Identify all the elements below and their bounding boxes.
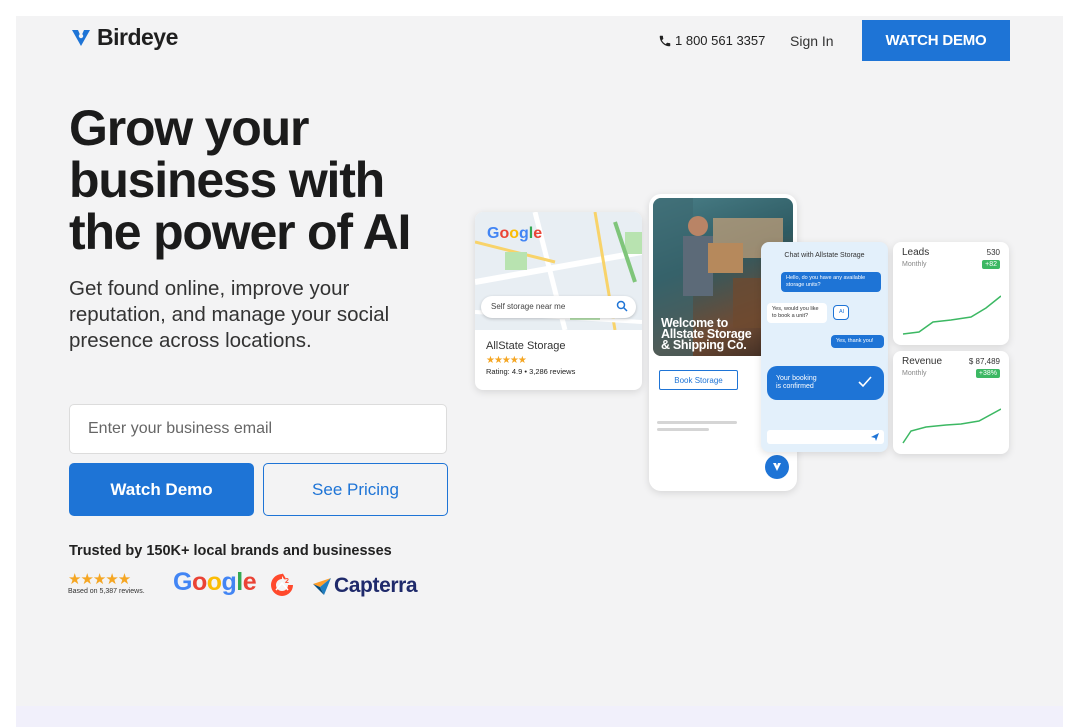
business-name: AllState Storage bbox=[486, 340, 566, 352]
map-search-text: Self storage near me bbox=[491, 302, 566, 311]
sign-in-link[interactable]: Sign In bbox=[790, 33, 834, 49]
capterra-logo-icon bbox=[313, 578, 331, 595]
birdeye-logo-icon bbox=[72, 29, 90, 46]
chat-input bbox=[767, 430, 884, 444]
g2-logo-icon: 2 bbox=[271, 573, 293, 596]
placeholder-line bbox=[657, 428, 709, 431]
welcome-line-3: & Shipping Co. bbox=[661, 338, 747, 352]
search-icon bbox=[616, 300, 628, 312]
chat-message: Hello, do you have any available storage… bbox=[781, 272, 881, 292]
map-listing-card: Google Self storage near me AllState Sto… bbox=[475, 212, 642, 390]
rating-summary: ★★★★★ Based on 5,387 reviews. bbox=[68, 572, 145, 595]
leads-card: Leads 530 Monthly +82 bbox=[893, 242, 1009, 345]
leads-trend-line bbox=[902, 295, 1001, 335]
rating-note: Based on 5,387 reviews. bbox=[68, 588, 145, 595]
check-icon bbox=[858, 376, 872, 388]
send-icon bbox=[871, 433, 879, 441]
logo-text: Birdeye bbox=[97, 24, 178, 50]
revenue-title: Revenue bbox=[902, 356, 943, 367]
placeholder-line bbox=[657, 421, 737, 424]
rating-stars: ★★★★★ bbox=[68, 571, 131, 588]
business-meta: Rating: 4.9 • 3,286 reviews bbox=[486, 367, 576, 376]
chat-message: Yes, thank you! bbox=[831, 335, 884, 348]
birdeye-logo-icon bbox=[773, 463, 781, 471]
chat-header: Chat with Allstate Storage bbox=[784, 252, 865, 259]
revenue-value: $ 87,489 bbox=[968, 357, 1000, 366]
ai-badge: AI bbox=[833, 305, 849, 320]
chat-widget: Chat with Allstate Storage Hello, do you… bbox=[761, 242, 888, 452]
phone-number: 1 800 561 3357 bbox=[675, 33, 766, 48]
hero-title: Grow your business with the power of AI bbox=[69, 100, 411, 260]
leads-badge: +82 bbox=[982, 260, 1000, 269]
capterra-label: Capterra bbox=[334, 574, 418, 597]
g2-logo: 2 bbox=[268, 571, 296, 604]
svg-text:2: 2 bbox=[285, 578, 289, 585]
trusted-heading: Trusted by 150K+ local brands and busine… bbox=[69, 543, 392, 559]
revenue-badge: +38% bbox=[975, 369, 1000, 378]
business-email-input[interactable] bbox=[69, 404, 447, 454]
book-storage-button: Book Storage bbox=[659, 370, 738, 390]
phone-link[interactable]: 1 800 561 3357 bbox=[658, 33, 765, 48]
capterra-logo: Capterra bbox=[312, 574, 418, 598]
phone-icon bbox=[659, 35, 671, 46]
chat-fab bbox=[765, 455, 789, 479]
revenue-card: Revenue $ 87,489 Monthly +38% bbox=[893, 351, 1009, 454]
google-logo: Google bbox=[173, 568, 257, 596]
landing-page: Birdeye 1 800 561 3357 Sign In WATCH DEM… bbox=[16, 16, 1063, 706]
chat-message: Yes, would you like to book a unit? bbox=[767, 303, 827, 323]
see-pricing-button[interactable]: See Pricing bbox=[263, 463, 448, 516]
revenue-period: Monthly bbox=[902, 370, 927, 377]
next-section-edge bbox=[16, 706, 1063, 727]
leads-value: 530 bbox=[986, 248, 1000, 257]
map-graphic: Google Self storage near me bbox=[475, 212, 642, 331]
birdeye-logo[interactable]: Birdeye bbox=[70, 24, 178, 51]
map-google-logo: Google bbox=[487, 225, 543, 242]
booking-confirmation: Your booking is confirmed bbox=[767, 366, 884, 400]
leads-period: Monthly bbox=[902, 261, 927, 268]
map-search-bar: Self storage near me bbox=[481, 296, 636, 318]
watch-demo-button[interactable]: Watch Demo bbox=[69, 463, 254, 516]
business-stars: ★★★★★ bbox=[486, 355, 527, 366]
watch-demo-header-button[interactable]: WATCH DEMO bbox=[862, 20, 1010, 61]
leads-title: Leads bbox=[902, 247, 930, 258]
revenue-trend-line bbox=[902, 408, 1001, 444]
hero-subtitle: Get found online, improve your reputatio… bbox=[69, 277, 390, 352]
phone-welcome-text: Welcome to Allstate Storage & Shipping C… bbox=[661, 317, 752, 352]
